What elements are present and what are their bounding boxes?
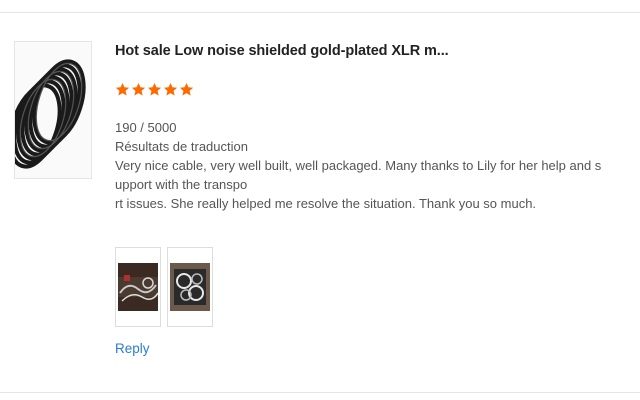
review-content: Hot sale Low noise shielded gold-plated … (115, 40, 615, 213)
reply-link[interactable]: Reply (115, 341, 150, 356)
divider-top (0, 12, 640, 13)
translation-label: Résultats de traduction (115, 139, 248, 154)
star-icon (179, 82, 194, 96)
review-photo-2[interactable] (167, 247, 213, 327)
review-photo-1-image (118, 263, 158, 311)
review-photo-2-image (170, 263, 210, 311)
review-card: Hot sale Low noise shielded gold-plated … (0, 0, 640, 400)
star-rating (115, 82, 615, 104)
star-icon (147, 82, 162, 96)
divider-bottom (0, 392, 640, 393)
star-icon (131, 82, 146, 96)
review-body: Very nice cable, very well built, well p… (115, 156, 603, 213)
char-count: 190 / 5000 (115, 120, 177, 135)
review-photo-1[interactable] (115, 247, 161, 327)
product-title[interactable]: Hot sale Low noise shielded gold-plated … (115, 40, 615, 62)
review-body-line-1: Very nice cable, very well built, well p… (115, 158, 602, 192)
review-meta: 190 / 5000 Résultats de traduction Very … (115, 118, 615, 213)
coiled-cable-image (15, 59, 86, 169)
product-thumbnail[interactable] (14, 41, 92, 179)
review-body-line-2: rt issues. She really helped me resolve … (115, 196, 537, 211)
star-icon (115, 82, 130, 96)
star-icon (163, 82, 178, 96)
review-photos (115, 247, 213, 327)
